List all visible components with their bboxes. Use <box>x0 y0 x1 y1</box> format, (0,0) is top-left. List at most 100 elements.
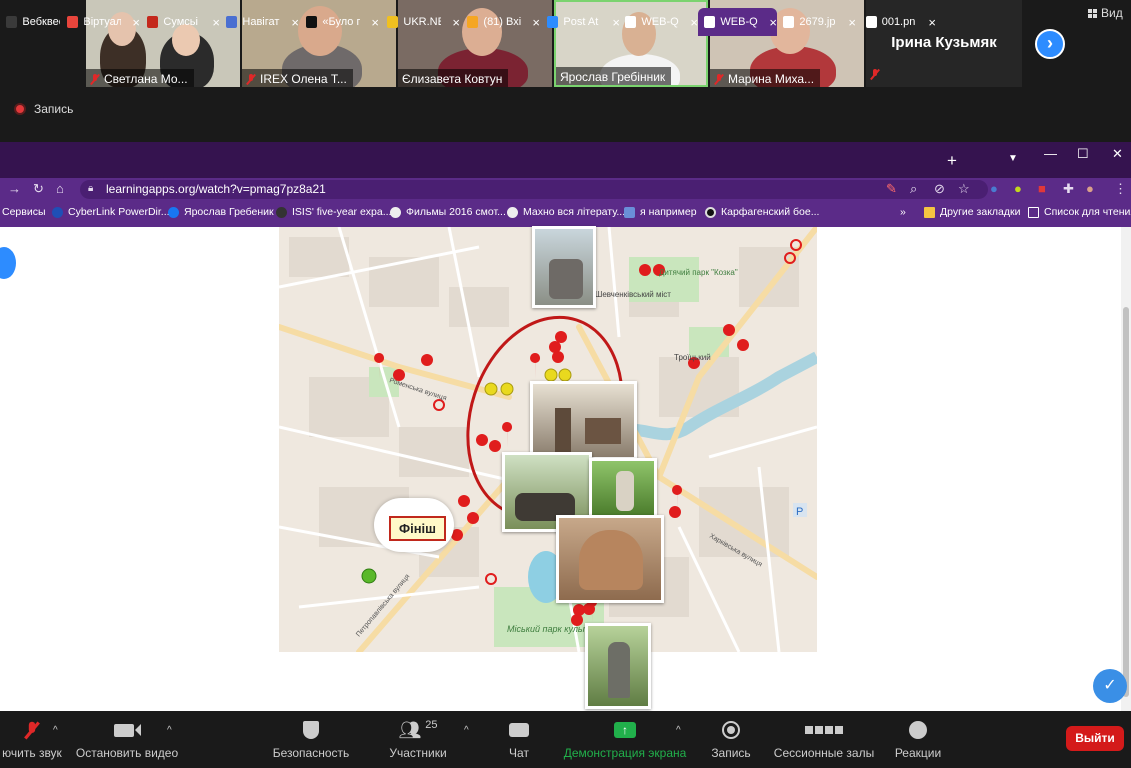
folder-icon <box>924 206 935 218</box>
leave-button[interactable]: Выйти <box>1066 726 1124 751</box>
browser-tab[interactable]: WEB-Q × <box>619 8 698 36</box>
forward-icon[interactable]: → <box>8 181 21 196</box>
chat-icon <box>509 720 529 740</box>
bookmark-item[interactable]: ISIS' five-year expa... <box>276 206 391 218</box>
tab-close-icon[interactable]: × <box>690 15 698 30</box>
finish-label[interactable]: Фініш <box>389 516 447 541</box>
profile-avatar[interactable]: ● <box>1086 181 1094 196</box>
recording-label: Запись <box>34 102 74 116</box>
maximize-button[interactable]: ☐ <box>1077 146 1089 162</box>
photo-subject <box>549 259 583 299</box>
tab-favicon-icon <box>306 16 318 28</box>
eye-off-icon[interactable]: ⊘ <box>934 181 945 197</box>
tab-title: WEB-Q <box>720 16 758 28</box>
participants-label: Участники <box>389 746 447 760</box>
check-answer-button[interactable]: ✓ <box>1093 669 1127 703</box>
home-icon[interactable]: ⌂ <box>56 181 64 196</box>
extension-icon[interactable]: ● <box>1014 181 1022 196</box>
bookmarks-overflow-button[interactable]: » <box>900 206 906 218</box>
bookmark-label: ISIS' five-year expa... <box>292 206 392 218</box>
tab-close-icon[interactable]: × <box>132 15 140 30</box>
bookmark-item[interactable]: Карфагенский бое... <box>705 206 819 218</box>
bookmark-star-icon[interactable]: ☆ <box>958 181 970 197</box>
tab-close-icon[interactable]: × <box>291 15 299 30</box>
url-text[interactable]: learningapps.org/watch?v=pmag7pz8a21 <box>106 182 326 196</box>
extension-icon[interactable]: ● <box>990 181 998 196</box>
tab-close-icon[interactable]: × <box>928 15 936 30</box>
next-participants-button[interactable]: › <box>1035 29 1065 59</box>
audio-options-caret[interactable]: ^ <box>53 725 58 736</box>
security-button[interactable]: Безопасность <box>270 711 352 768</box>
puzzle-icon[interactable]: ✚ <box>1063 181 1074 197</box>
tab-favicon-icon <box>704 16 716 28</box>
browser-tab[interactable]: UKR.NE × <box>381 8 460 36</box>
browser-tab[interactable]: (81) Вхі × <box>461 8 540 36</box>
view-button[interactable]: Вид <box>1088 6 1123 20</box>
participant-name <box>870 67 880 85</box>
browser-tab[interactable]: WEB-Q × <box>698 8 777 36</box>
tab-favicon-icon <box>387 16 399 28</box>
tab-title: Сумсьі <box>163 16 198 28</box>
browser-tab[interactable]: Сумсьі × <box>141 8 220 36</box>
stop-video-button[interactable]: Остановить видео <box>76 711 178 768</box>
share-screen-button[interactable]: ↑ Демонстрация экрана <box>562 711 688 768</box>
blocked-icon[interactable]: ✎ <box>886 181 897 197</box>
chat-button[interactable]: Чат <box>502 711 536 768</box>
bookmark-item[interactable]: CyberLink PowerDir... <box>52 206 170 218</box>
tab-favicon-icon <box>866 16 877 28</box>
reading-list[interactable]: Список для чтения <box>1028 206 1131 218</box>
close-window-button[interactable]: ✕ <box>1112 146 1123 162</box>
reactions-button[interactable]: Реакции <box>892 711 944 768</box>
breakout-rooms-button[interactable]: Сессионные залы <box>774 711 874 768</box>
browser-tab[interactable]: «Було г × <box>300 8 379 36</box>
tab-close-icon[interactable]: × <box>212 15 220 30</box>
participants-button[interactable]: 👥︎ 25 Участники <box>386 711 450 768</box>
tab-close-icon[interactable]: × <box>532 15 540 30</box>
browser-tab[interactable]: Віртуал × <box>61 8 140 36</box>
bookmark-item[interactable]: я например <box>624 206 697 218</box>
browser-tab[interactable]: Post At × <box>541 8 620 36</box>
map-label: Шевченківський міст <box>595 290 671 299</box>
share-options-caret[interactable]: ^ <box>676 725 681 736</box>
bookmark-item[interactable]: Сервисы <box>2 206 46 218</box>
video-options-caret[interactable]: ^ <box>167 725 172 736</box>
share-label: Демонстрация экрана <box>563 746 687 760</box>
reload-icon[interactable]: ↻ <box>33 181 44 197</box>
monument-photo[interactable] <box>556 515 664 603</box>
browser-tab[interactable]: 001.pn × <box>860 8 936 36</box>
mic-muted-icon <box>90 73 100 85</box>
tab-title: Post At <box>563 16 599 28</box>
browser-tab[interactable]: Навігат × <box>220 8 299 36</box>
tab-favicon-icon <box>226 16 238 28</box>
tab-close-icon[interactable]: × <box>371 15 379 30</box>
participants-caret[interactable]: ^ <box>464 725 469 736</box>
zoom-icon[interactable]: ⌕ <box>910 181 917 197</box>
tab-close-icon[interactable]: × <box>848 15 856 30</box>
tab-favicon-icon <box>6 16 18 28</box>
tab-search-icon[interactable]: ▼ <box>1008 153 1018 164</box>
minimize-button[interactable]: — <box>1044 146 1057 161</box>
record-button[interactable]: Запись <box>708 711 754 768</box>
monument-photo[interactable] <box>532 226 596 308</box>
tab-close-icon[interactable]: × <box>769 15 777 30</box>
bookmark-item[interactable]: Фильмы 2016 смот... <box>390 206 506 218</box>
monument-photo[interactable] <box>530 381 637 460</box>
bookmark-item[interactable]: Махно вся літерату... <box>507 206 625 218</box>
mute-button[interactable]: ючить звук <box>0 711 64 768</box>
tab-title: WEB-Q <box>641 16 679 28</box>
monument-photo[interactable] <box>589 458 657 518</box>
menu-icon[interactable]: ⋮ <box>1114 181 1127 197</box>
tab-close-icon[interactable]: × <box>452 15 460 30</box>
new-tab-button[interactable]: + <box>947 151 957 171</box>
tab-favicon-icon <box>547 16 559 28</box>
monument-photo[interactable] <box>585 623 651 709</box>
other-bookmarks[interactable]: Другие закладки <box>924 206 1020 218</box>
bookmark-item[interactable]: Ярослав Гребеник <box>168 206 274 218</box>
video-label: Остановить видео <box>75 746 179 760</box>
bookmark-label: Махно вся літерату... <box>523 206 626 218</box>
page-scrollbar[interactable] <box>1121 227 1131 711</box>
scrollbar-thumb[interactable] <box>1123 307 1129 697</box>
extension-icon[interactable]: ■ <box>1038 181 1046 196</box>
browser-tab[interactable]: 2679.jp × <box>777 8 856 36</box>
reactions-label: Реакции <box>894 746 942 760</box>
